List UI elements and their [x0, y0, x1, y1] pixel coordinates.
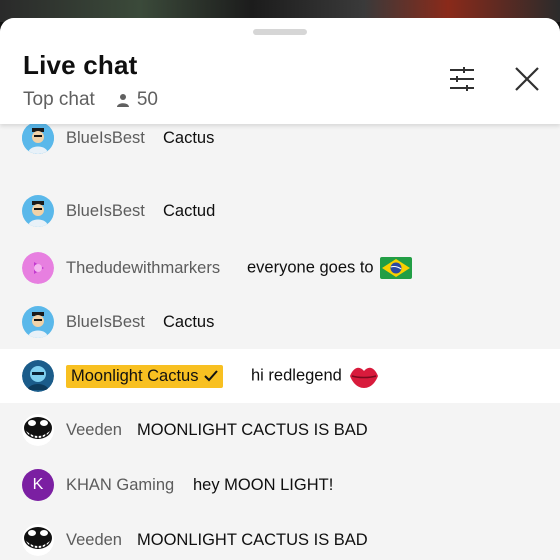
message-text-content: hi redlegend [251, 366, 342, 385]
chat-mode-selector[interactable]: Top chat [23, 89, 95, 111]
message-text: Cactus [163, 312, 215, 331]
message-text: Cactud [163, 201, 216, 220]
message-text: MOONLIGHT CACTUS IS BAD [137, 530, 368, 549]
message-text: hey MOON LIGHT! [193, 475, 334, 494]
message-text-content: everyone goes to [247, 258, 374, 277]
message-author[interactable]: Veeden [66, 531, 122, 550]
message-author[interactable]: Thedudewithmarkers [66, 259, 220, 278]
person-avatar-blue[interactable] [22, 124, 54, 154]
message-author[interactable]: KHAN Gaming [66, 476, 174, 495]
chat-message[interactable]: BlueIsBest Cactud [0, 184, 560, 238]
drag-handle[interactable] [253, 29, 307, 35]
chat-message[interactable]: Veeden MOONLIGHT CACTUS IS BAD [0, 513, 560, 560]
message-author[interactable]: BlueIsBest [66, 129, 145, 148]
chat-header: Live chat Top chat 50 [0, 18, 560, 124]
chat-message[interactable]: Thedudewithmarkers everyone goes to [0, 241, 560, 295]
message-text: everyone goes to [247, 257, 412, 279]
message-author: Moonlight Cactus [71, 366, 199, 385]
live-chat-panel: Live chat Top chat 50 BlueIsBest Cactus … [0, 18, 560, 560]
chat-message[interactable]: BlueIsBest Cactus [0, 124, 560, 165]
chat-mode-row: Top chat 50 [23, 89, 158, 111]
message-author[interactable]: BlueIsBest [66, 202, 145, 221]
chat-message[interactable]: K KHAN Gaming hey MOON LIGHT! [0, 458, 560, 512]
grin-avatar[interactable] [22, 524, 54, 556]
chat-message[interactable]: BlueIsBest Cactus [0, 295, 560, 349]
grin-avatar[interactable] [22, 414, 54, 446]
chat-message[interactable]: Veeden MOONLIGHT CACTUS IS BAD [0, 403, 560, 457]
message-text: hi redlegend [251, 362, 380, 390]
lips-emoji [349, 367, 378, 388]
person-avatar-blue[interactable] [22, 306, 54, 338]
chat-title: Live chat [23, 50, 138, 80]
message-text: Cactus [163, 128, 215, 147]
message-text: MOONLIGHT CACTUS IS BAD [137, 420, 368, 439]
chat-message-highlighted[interactable]: Moonlight Cactus hi redlegend [0, 349, 560, 403]
member-author-badge[interactable]: Moonlight Cactus [66, 364, 224, 388]
moonlight-avatar[interactable] [22, 360, 54, 392]
letter-avatar[interactable]: K [22, 469, 54, 501]
pink-avatar[interactable] [22, 252, 54, 284]
person-avatar-blue[interactable] [22, 195, 54, 227]
person-icon [115, 92, 131, 108]
viewer-count: 50 [136, 89, 158, 110]
brazil-flag-emoji [379, 257, 412, 279]
message-author[interactable]: Veeden [66, 421, 122, 440]
chat-message-list[interactable]: BlueIsBest Cactus BlueIsBest Cactud Thed… [0, 124, 560, 560]
message-author[interactable]: BlueIsBest [66, 313, 145, 332]
filter-settings-icon[interactable] [448, 66, 476, 92]
verified-check-icon [204, 370, 219, 382]
avatar-letter: K [32, 476, 44, 493]
close-icon[interactable] [514, 66, 540, 92]
